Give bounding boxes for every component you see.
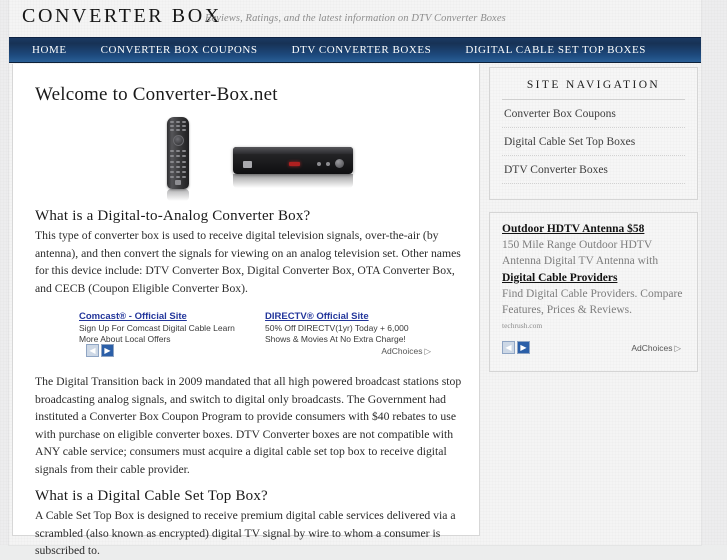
sidebar-item-converter-box-coupons[interactable]: Converter Box Coupons [502, 100, 685, 128]
sidebar-ad-domain: techrush.com [502, 321, 543, 330]
ad-slot-directv: DIRECTV® Official Site 50% Off DIRECTV(1… [265, 311, 433, 344]
sidebar-adchoices-triangle-icon: ▷ [674, 343, 681, 353]
sidebar-ad-slot-antenna: Outdoor HDTV Antenna $58 150 Mile Range … [502, 222, 685, 268]
nav-item-home[interactable]: HOME [27, 44, 84, 56]
section-heading-converter-box: What is a Digital-to-Analog Converter Bo… [35, 208, 311, 224]
sidebar-ad-footer: ◀ ▶ AdChoices ▷ [502, 341, 685, 355]
site-logo[interactable]: CONVERTER BOX [22, 5, 222, 28]
sidebar-navigation-box: SITE NAVIGATION Converter Box Coupons Di… [489, 67, 698, 200]
adchoices-label: AdChoices [381, 346, 423, 356]
section-paragraph-converter-box: This type of converter box is used to re… [35, 229, 461, 295]
ad-next-arrow-icon[interactable]: ▶ [101, 344, 114, 357]
ad-description-comcast: Sign Up For Comcast Digital Cable Learn … [79, 323, 235, 344]
ad-title-comcast[interactable]: Comcast® - Official Site [79, 311, 247, 322]
section-heading-set-top-box: What is a Digital Cable Set Top Box? [35, 488, 268, 504]
ad-pagination: ◀ ▶ [86, 344, 114, 357]
sidebar-ad-description-antenna: 150 Mile Range Outdoor HDTV Antenna Digi… [502, 239, 659, 267]
nav-list: HOME CONVERTER BOX COUPONS DTV CONVERTER… [9, 38, 701, 62]
sidebar-ad-title-antenna[interactable]: Outdoor HDTV Antenna $58 [502, 222, 685, 237]
remote-reflection [167, 189, 189, 201]
nav-item-digital-cable-set-top-boxes[interactable]: DIGITAL CABLE SET TOP BOXES [448, 44, 663, 56]
sidebar-advertisement: Outdoor HDTV Antenna $58 150 Mile Range … [489, 212, 698, 372]
sidebar: SITE NAVIGATION Converter Box Coupons Di… [489, 64, 698, 372]
content-area: Welcome to Converter-Box.net What is a D… [9, 64, 701, 557]
set-top-box-icon [233, 147, 353, 174]
hero-image [35, 112, 463, 202]
sidebar-ad-description-providers: Find Digital Cable Providers. Compare Fe… [502, 288, 683, 316]
section-paragraph-set-top-box: A Cable Set Top Box is designed to recei… [35, 509, 456, 557]
site-header: CONVERTER BOX Reviews, Ratings, and the … [9, 0, 701, 36]
sidebar-item-digital-cable-set-top-boxes[interactable]: Digital Cable Set Top Boxes [502, 128, 685, 156]
page-title: Welcome to Converter-Box.net [35, 84, 278, 105]
ad-description-directv: 50% Off DIRECTV(1yr) Today + 6,000 Shows… [265, 323, 409, 344]
adchoices-triangle-icon: ▷ [424, 346, 431, 356]
sidebar-ad-next-arrow-icon[interactable]: ▶ [517, 341, 530, 354]
main-content-column: Welcome to Converter-Box.net What is a D… [12, 64, 480, 557]
sidebar-ad-title-providers[interactable]: Digital Cable Providers [502, 271, 685, 286]
sidebar-ad-prev-arrow-icon[interactable]: ◀ [502, 341, 515, 354]
ad-prev-arrow-icon[interactable]: ◀ [86, 344, 99, 357]
sidebar-ad-slot-providers: Digital Cable Providers Find Digital Cab… [502, 271, 685, 330]
ad-title-directv[interactable]: DIRECTV® Official Site [265, 311, 433, 322]
nav-item-dtv-converter-boxes[interactable]: DTV CONVERTER BOXES [275, 44, 449, 56]
main-content-inner: Welcome to Converter-Box.net What is a D… [13, 64, 479, 560]
section-paragraph-digital-transition: The Digital Transition back in 2009 mand… [35, 375, 462, 476]
sidebar-ad-pagination: ◀ ▶ [502, 341, 530, 354]
sidebar-heading: SITE NAVIGATION [502, 68, 685, 100]
remote-control-icon [167, 117, 189, 189]
sidebar-adchoices-label: AdChoices [631, 343, 673, 353]
set-top-box-reflection [233, 174, 353, 188]
sidebar-adchoices-link[interactable]: AdChoices ▷ [631, 343, 681, 354]
nav-item-converter-box-coupons[interactable]: CONVERTER BOX COUPONS [84, 44, 275, 56]
ad-slot-comcast: Comcast® - Official Site Sign Up For Com… [79, 311, 247, 344]
site-tagline: Reviews, Ratings, and the latest informa… [205, 13, 506, 24]
sidebar-item-dtv-converter-boxes[interactable]: DTV Converter Boxes [502, 156, 685, 184]
adchoices-link[interactable]: AdChoices ▷ [381, 346, 431, 357]
main-navigation: HOME CONVERTER BOX COUPONS DTV CONVERTER… [9, 37, 701, 63]
inline-advertisement: Comcast® - Official Site Sign Up For Com… [79, 311, 431, 361]
